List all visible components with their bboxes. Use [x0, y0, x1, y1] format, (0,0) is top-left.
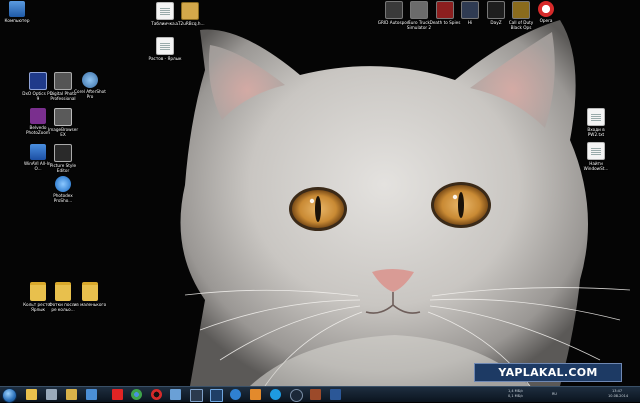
- taskbar-opera[interactable]: [151, 389, 162, 400]
- desktop-icon-picturestyle[interactable]: Picture Style Editor: [46, 144, 80, 173]
- desktop-icon-label: ImageBrowser EX: [47, 127, 79, 137]
- desktop-icon-proshow[interactable]: Photodex ProSho...: [46, 176, 80, 203]
- desktop-icon-label: Компьютер: [4, 18, 30, 23]
- game-icon: [461, 1, 479, 19]
- computer-icon: [9, 1, 25, 17]
- dayz-icon: [487, 1, 505, 19]
- taskbar-app[interactable]: [310, 389, 321, 400]
- taskbar-media[interactable]: [86, 389, 97, 400]
- taskbar-photoshop[interactable]: [210, 389, 223, 402]
- archive-icon: [181, 2, 199, 20]
- desktop-icon-label: из маленького: [73, 302, 107, 307]
- desktop-icon-label: Найти WindowSt...: [583, 161, 609, 171]
- taskbar-lightroom[interactable]: [190, 389, 203, 402]
- taskbar-recycle[interactable]: [46, 389, 57, 400]
- cat-wallpaper: [0, 0, 640, 386]
- photozoom-icon: [30, 108, 46, 124]
- desktop-icon-label: Opera: [539, 18, 553, 23]
- folder-icon: [55, 282, 71, 301]
- ets2-game-icon: [410, 1, 428, 19]
- proshow-icon: [55, 176, 71, 192]
- language-indicator[interactable]: RU: [552, 392, 557, 396]
- taskbar-notepad[interactable]: [170, 389, 181, 400]
- desktop-icon-label: аТ2uRBcq.h...: [175, 21, 205, 26]
- desktop-icon-computer[interactable]: Компьютер: [0, 1, 34, 23]
- dpp-icon: [54, 72, 72, 90]
- imagebrowser-icon: [54, 108, 72, 126]
- desktop-icon-windowst-txt[interactable]: Найти WindowSt...: [579, 142, 613, 171]
- taskbar-word[interactable]: [330, 389, 341, 400]
- taskbar-chrome[interactable]: [131, 389, 142, 400]
- cod-icon: [512, 1, 530, 19]
- death-to-spies-icon: [436, 1, 454, 19]
- yaplakal-watermark: YAPLAKAL.COM: [474, 363, 622, 382]
- desktop: Компьютер DxO Optics Pro 9 Digital Photo…: [0, 0, 640, 386]
- desktop-icon-small-folder[interactable]: из маленького: [73, 282, 107, 307]
- desktop-icon-label: Photodex ProSho...: [53, 193, 73, 203]
- text-file-icon: [587, 142, 605, 160]
- taskbar-steam[interactable]: [290, 389, 303, 402]
- text-file-icon: [587, 108, 605, 126]
- dxo-icon: [29, 72, 47, 90]
- taskbar-files[interactable]: [66, 389, 77, 400]
- desktop-icon-opera[interactable]: Opera: [529, 1, 563, 23]
- desktop-icon-label: Corel AfterShot Pro: [74, 89, 106, 99]
- desktop-icon-imagebrowser[interactable]: ImageBrowser EX: [46, 108, 80, 137]
- desktop-icon-aftershot[interactable]: Corel AfterShot Pro: [73, 72, 107, 99]
- taskbar-explorer[interactable]: [26, 389, 37, 400]
- desktop-icon-rastov-shortcut[interactable]: Растов - Ярлык: [148, 37, 182, 61]
- picturestyle-icon: [54, 144, 72, 162]
- desktop-icon-label: Picture Style Editor: [49, 163, 77, 173]
- taskbar: 1,4 МБ/с 0,1 МБ/с RU 13:47 10.08.2014: [0, 386, 640, 403]
- net-upload-speed: 1,4 МБ/с: [508, 389, 524, 393]
- folder-icon: [82, 282, 98, 301]
- shortcut-icon: [156, 37, 174, 55]
- taskbar-skype[interactable]: [270, 389, 281, 400]
- desktop-icon-label: Растов - Ярлык: [148, 56, 182, 61]
- desktop-icon-pw2-txt[interactable]: Входи в PW2.txt: [579, 108, 613, 137]
- taskbar-ie[interactable]: [230, 389, 241, 400]
- desktop-icon-archive[interactable]: аТ2uRBcq.h...: [173, 2, 207, 26]
- aftershot-icon: [82, 72, 98, 88]
- desktop-icon-label: Входи в PW2.txt: [587, 127, 605, 137]
- clock-time[interactable]: 13:47: [612, 389, 622, 393]
- grid-game-icon: [385, 1, 403, 19]
- net-download-speed: 0,1 МБ/с: [508, 394, 524, 398]
- taskbar-yandex[interactable]: [112, 389, 123, 400]
- winavi-icon: [30, 144, 46, 160]
- taskbar-paint[interactable]: [250, 389, 261, 400]
- opera-icon: [538, 1, 554, 17]
- shortcut-folder-icon: [30, 282, 46, 301]
- document-icon: [156, 2, 174, 20]
- clock-date[interactable]: 10.08.2014: [608, 394, 628, 398]
